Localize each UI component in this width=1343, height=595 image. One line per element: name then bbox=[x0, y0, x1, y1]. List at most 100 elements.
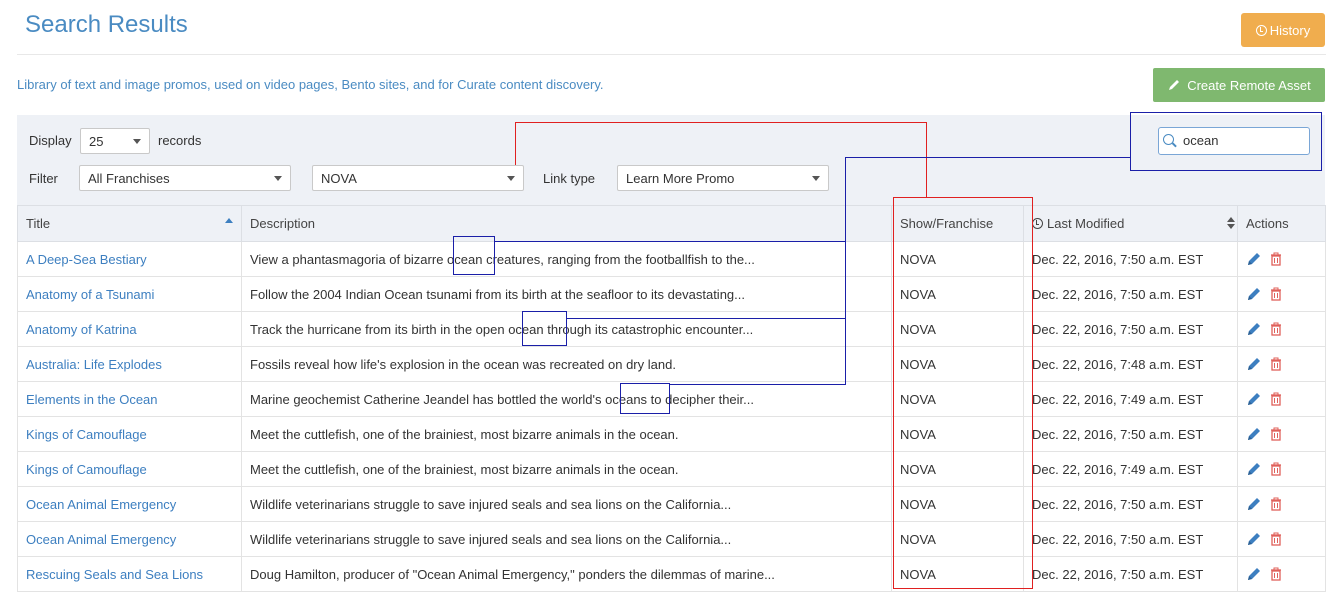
modified-column-header[interactable]: Last Modified bbox=[1023, 205, 1238, 242]
row-description: Fossils reveal how life's explosion in t… bbox=[241, 346, 892, 382]
row-title-link[interactable]: Ocean Animal Emergency bbox=[17, 521, 242, 557]
row-title-link[interactable]: Kings of Camouflage bbox=[17, 451, 242, 487]
row-description: Follow the 2004 Indian Ocean tsunami fro… bbox=[241, 276, 892, 312]
row-title-link[interactable]: Anatomy of Katrina bbox=[17, 311, 242, 347]
chevron-down-icon bbox=[812, 176, 820, 181]
edit-pencil-icon[interactable] bbox=[1246, 391, 1262, 407]
records-label: records bbox=[158, 133, 202, 148]
row-show: NOVA bbox=[891, 451, 1024, 487]
row-show: NOVA bbox=[891, 346, 1024, 382]
table-row: Australia: Life Explodes Fossils reveal h… bbox=[17, 346, 1326, 382]
link-type-label: Link type bbox=[543, 171, 596, 186]
sort-ascending-icon bbox=[225, 218, 233, 223]
row-last-modified: Dec. 22, 2016, 7:50 a.m. EST bbox=[1023, 556, 1238, 592]
row-actions bbox=[1237, 556, 1326, 592]
delete-trash-icon[interactable] bbox=[1268, 566, 1284, 582]
table-row: Ocean Animal Emergency Wildlife veterinar… bbox=[17, 521, 1326, 557]
row-show: NOVA bbox=[891, 416, 1024, 452]
table-row: Elements in the Ocean Marine geochemist C… bbox=[17, 381, 1326, 417]
delete-trash-icon[interactable] bbox=[1268, 286, 1284, 302]
table-header-row: Title Description Show/Franchise Last Mo… bbox=[17, 205, 1326, 242]
intro-text: Library of text and image promos, used o… bbox=[17, 77, 604, 92]
show-select[interactable]: NOVA bbox=[312, 165, 524, 191]
filter-panel bbox=[17, 115, 1325, 205]
display-count-select[interactable]: 25 bbox=[80, 128, 150, 154]
row-last-modified: Dec. 22, 2016, 7:50 a.m. EST bbox=[1023, 276, 1238, 312]
history-button-label: History bbox=[1269, 22, 1311, 38]
create-remote-asset-button[interactable]: Create Remote Asset bbox=[1153, 68, 1325, 102]
row-last-modified: Dec. 22, 2016, 7:49 a.m. EST bbox=[1023, 451, 1238, 487]
row-title-link[interactable]: Kings of Camouflage bbox=[17, 416, 242, 452]
create-button-label: Create Remote Asset bbox=[1187, 77, 1311, 93]
edit-pencil-icon[interactable] bbox=[1246, 356, 1262, 372]
row-title-link[interactable]: Elements in the Ocean bbox=[17, 381, 242, 417]
row-description: Meet the cuttlefish, one of the brainies… bbox=[241, 416, 892, 452]
actions-column-header: Actions bbox=[1237, 205, 1326, 242]
row-description: View a phantasmagoria of bizarre ocean c… bbox=[241, 241, 892, 277]
delete-trash-icon[interactable] bbox=[1268, 321, 1284, 337]
edit-pencil-icon[interactable] bbox=[1246, 426, 1262, 442]
row-last-modified: Dec. 22, 2016, 7:50 a.m. EST bbox=[1023, 311, 1238, 347]
row-show: NOVA bbox=[891, 276, 1024, 312]
link-type-select[interactable]: Learn More Promo bbox=[617, 165, 829, 191]
clock-icon bbox=[1032, 218, 1043, 229]
row-last-modified: Dec. 22, 2016, 7:49 a.m. EST bbox=[1023, 381, 1238, 417]
edit-pencil-icon[interactable] bbox=[1246, 286, 1262, 302]
row-actions bbox=[1237, 311, 1326, 347]
delete-trash-icon[interactable] bbox=[1268, 251, 1284, 267]
row-actions bbox=[1237, 416, 1326, 452]
edit-pencil-icon[interactable] bbox=[1246, 566, 1262, 582]
edit-pencil-icon[interactable] bbox=[1246, 251, 1262, 267]
show-column-header[interactable]: Show/Franchise bbox=[891, 205, 1024, 242]
row-description: Doug Hamilton, producer of "Ocean Animal… bbox=[241, 556, 892, 592]
row-actions bbox=[1237, 381, 1326, 417]
edit-pencil-icon[interactable] bbox=[1246, 496, 1262, 512]
chevron-down-icon bbox=[274, 176, 282, 181]
edit-pencil-icon[interactable] bbox=[1246, 461, 1262, 477]
description-header-label: Description bbox=[250, 216, 316, 231]
row-description: Meet the cuttlefish, one of the brainies… bbox=[241, 451, 892, 487]
description-column-header[interactable]: Description bbox=[241, 205, 892, 242]
row-title-link[interactable]: A Deep-Sea Bestiary bbox=[17, 241, 242, 277]
delete-trash-icon[interactable] bbox=[1268, 531, 1284, 547]
edit-pencil-icon[interactable] bbox=[1246, 531, 1262, 547]
search-icon bbox=[1163, 134, 1174, 145]
delete-trash-icon[interactable] bbox=[1268, 461, 1284, 477]
delete-trash-icon[interactable] bbox=[1268, 496, 1284, 512]
history-button[interactable]: History bbox=[1241, 13, 1325, 47]
search-input[interactable] bbox=[1183, 133, 1303, 148]
edit-pencil-icon[interactable] bbox=[1246, 321, 1262, 337]
row-show: NOVA bbox=[891, 241, 1024, 277]
search-field[interactable] bbox=[1158, 127, 1310, 155]
franchise-select[interactable]: All Franchises bbox=[79, 165, 291, 191]
franchise-select-value: All Franchises bbox=[88, 171, 170, 186]
row-title-link[interactable]: Rescuing Seals and Sea Lions bbox=[17, 556, 242, 592]
title-header-label: Title bbox=[26, 216, 51, 231]
row-description: Track the hurricane from its birth in th… bbox=[241, 311, 892, 347]
row-show: NOVA bbox=[891, 556, 1024, 592]
table-row: A Deep-Sea Bestiary View a phantasmagoria… bbox=[17, 241, 1326, 277]
row-description: Wildlife veterinarians struggle to save … bbox=[241, 521, 892, 557]
row-title-link[interactable]: Ocean Animal Emergency bbox=[17, 486, 242, 522]
row-actions bbox=[1237, 521, 1326, 557]
actions-header-label: Actions bbox=[1246, 216, 1289, 231]
row-title-link[interactable]: Anatomy of a Tsunami bbox=[17, 276, 242, 312]
row-actions bbox=[1237, 346, 1326, 382]
row-last-modified: Dec. 22, 2016, 7:48 a.m. EST bbox=[1023, 346, 1238, 382]
table-row: Kings of Camouflage Meet the cuttlefish, … bbox=[17, 416, 1326, 452]
row-actions bbox=[1237, 451, 1326, 487]
show-header-label: Show/Franchise bbox=[900, 216, 994, 231]
clock-icon bbox=[1255, 24, 1267, 36]
display-label: Display bbox=[29, 133, 72, 148]
chevron-down-icon bbox=[507, 176, 515, 181]
display-count-value: 25 bbox=[89, 134, 104, 149]
link-type-select-value: Learn More Promo bbox=[626, 171, 735, 186]
row-title-link[interactable]: Australia: Life Explodes bbox=[17, 346, 242, 382]
delete-trash-icon[interactable] bbox=[1268, 356, 1284, 372]
row-show: NOVA bbox=[891, 311, 1024, 347]
delete-trash-icon[interactable] bbox=[1268, 426, 1284, 442]
title-column-header[interactable]: Title bbox=[17, 205, 242, 242]
row-actions bbox=[1237, 486, 1326, 522]
delete-trash-icon[interactable] bbox=[1268, 391, 1284, 407]
chevron-down-icon bbox=[133, 139, 141, 144]
